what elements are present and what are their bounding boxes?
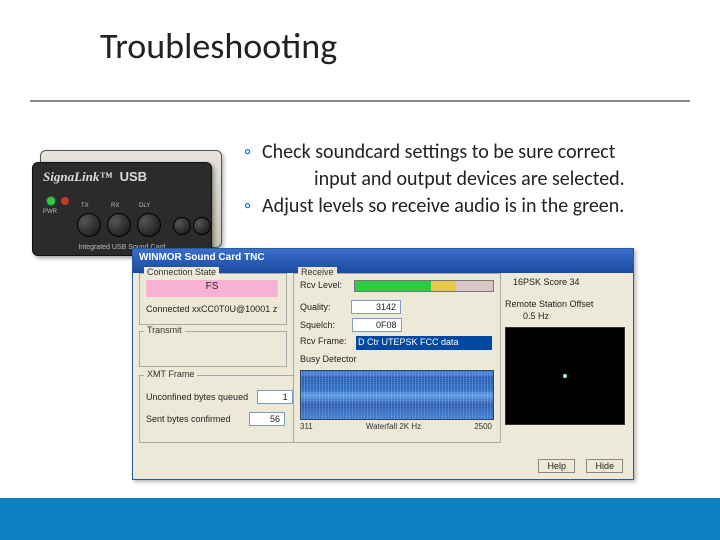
connection-state-fieldset: Connection State FS Connected xxCC0T0U@1…	[139, 273, 287, 325]
pwr-led-icon	[47, 197, 55, 205]
pwr-label: PWR	[43, 209, 57, 215]
fieldset-legend: Connection State	[144, 267, 219, 277]
quality-row: Quality: 3142	[300, 300, 401, 314]
quality-label: Quality:	[300, 302, 331, 312]
slide: Troubleshooting ◦ Check soundcard settin…	[0, 0, 720, 540]
jack-icon	[193, 217, 211, 235]
connection-status-badge: FS	[146, 280, 278, 297]
hide-button[interactable]: Hide	[586, 459, 623, 473]
fieldset-legend: XMT Frame	[144, 369, 197, 379]
meter-red-icon	[456, 281, 493, 291]
help-button[interactable]: Help	[538, 459, 575, 473]
dly-label: DLY	[139, 203, 150, 209]
constellation-scope	[505, 327, 625, 425]
busy-detector-label: Busy Detector	[300, 354, 357, 364]
bullet-item: ◦ Adjust levels so receive audio is in t…	[244, 194, 690, 219]
rcv-frame-value: D Ctr UTEPSK FCC data	[356, 336, 492, 350]
scale-left: 311	[300, 422, 313, 431]
xmt-confirmed-label: Sent bytes confirmed	[146, 414, 231, 424]
meter-yellow-icon	[431, 281, 456, 291]
bullet-marker-icon: ◦	[244, 140, 262, 165]
dly-knob-icon	[137, 213, 161, 237]
squelch-row: Squelch: 0F08	[300, 318, 402, 332]
title-underline	[30, 100, 690, 102]
bullet-text: Check soundcard settings to be sure corr…	[262, 140, 690, 165]
bullet-marker-icon: ◦	[244, 194, 262, 219]
waterfall-display	[300, 370, 494, 420]
tx-label: TX	[81, 203, 89, 209]
quality-value: 3142	[351, 300, 401, 314]
connection-status-text: Connected xxCC0T0U@10001 z	[146, 304, 277, 314]
constellation-points-icon	[563, 374, 567, 378]
remote-offset-value: 0.5 Hz	[523, 311, 549, 321]
scale-right: 2500	[474, 422, 492, 431]
receive-fieldset: Receive Rcv Level: Quality: 3142 Squelch…	[293, 273, 501, 443]
bullet-list: ◦ Check soundcard settings to be sure co…	[244, 140, 690, 221]
rx-label: RX	[111, 203, 119, 209]
rcv-level-meter	[354, 280, 494, 292]
rcv-frame-label: Rcv Frame:	[300, 336, 347, 346]
device-faceplate: SignaLink™ USB PWR TX RX DLY Integrated …	[32, 162, 212, 256]
squelch-label: Squelch:	[300, 320, 335, 330]
jack-icon	[173, 217, 191, 235]
scale-mid: Waterfall 2K Hz	[366, 422, 421, 431]
scope-title-label: 16PSK Score 34	[513, 277, 580, 287]
fieldset-legend: Transmit	[144, 325, 185, 335]
signalink-device-image: SignaLink™ USB PWR TX RX DLY Integrated …	[28, 150, 220, 262]
meter-green-icon	[355, 281, 431, 291]
slide-title: Troubleshooting	[100, 24, 337, 68]
rx-knob-icon	[107, 213, 131, 237]
xmt-unconfirmed-label: Unconfined bytes queued	[146, 392, 248, 402]
bullet-continuation: input and output devices are selected.	[244, 167, 690, 192]
xmt-row: Sent bytes confirmed 56	[146, 412, 285, 426]
transmit-fieldset: Transmit	[139, 331, 287, 367]
ptt-led-icon	[61, 197, 69, 205]
squelch-value: 0F08	[352, 318, 402, 332]
device-brand-label: SignaLink™ USB	[43, 169, 147, 185]
slide-footer-bar	[0, 498, 720, 540]
bullet-text: input and output devices are selected.	[314, 167, 690, 192]
xmt-unconfirmed-value: 1	[257, 390, 293, 404]
xmt-row: Unconfined bytes queued 1	[146, 390, 293, 404]
bullet-text: Adjust levels so receive audio is in the…	[262, 194, 690, 219]
rcv-level-label: Rcv Level:	[300, 280, 342, 290]
waterfall-scale: 311 Waterfall 2K Hz 2500	[300, 422, 492, 431]
winmor-window: WINMOR Sound Card TNC Connection State F…	[132, 248, 634, 480]
waterfall-noise-icon	[301, 371, 493, 419]
bullet-item: ◦ Check soundcard settings to be sure co…	[244, 140, 690, 165]
xmt-confirmed-value: 56	[249, 412, 285, 426]
rcv-frame-row: Rcv Frame:	[300, 336, 347, 346]
fieldset-legend: Receive	[298, 267, 337, 277]
tx-knob-icon	[77, 213, 101, 237]
remote-offset-label: Remote Station Offset	[505, 299, 593, 309]
